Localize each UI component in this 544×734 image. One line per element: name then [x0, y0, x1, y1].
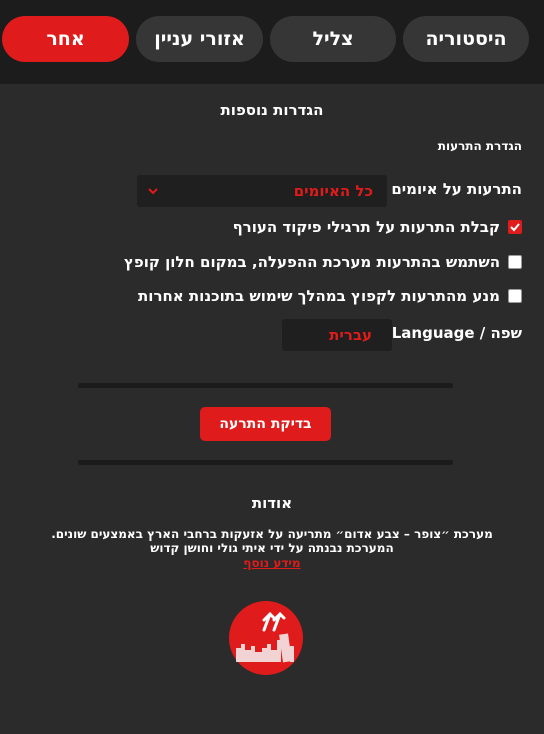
no-popup-checkbox[interactable]	[508, 289, 522, 303]
no-popup-option[interactable]: מנע מהתרעות לקפוץ במהלך שימוש בתוכנות אח…	[138, 287, 522, 305]
drills-checkbox[interactable]	[508, 220, 522, 234]
language-label: Language / שפה	[391, 324, 522, 342]
notifications-subtitle: הגדרת התרעות	[437, 139, 522, 153]
drills-label: קבלת התרעות על תרגילי פיקוד העורף	[232, 218, 500, 236]
test-alert-button[interactable]: בדיקת התרעה	[200, 407, 331, 441]
language-select[interactable]: עברית	[282, 319, 392, 351]
settings-title: הגדרות נוספות	[220, 101, 324, 119]
more-info-link[interactable]: מידע נוסף	[0, 556, 544, 570]
about-credits: המערכת נבנתה על ידי איתי גולי וחושן קדוש	[150, 541, 394, 555]
about-description: מערכת ״צופר – צבע אדום״ מתריעה על אזעקות…	[51, 527, 493, 541]
language-value: עברית	[329, 326, 372, 344]
tab-history[interactable]: היסטוריה	[403, 16, 529, 62]
divider-bottom	[78, 460, 453, 465]
chevron-down-icon	[145, 183, 161, 203]
check-icon	[510, 223, 520, 232]
tab-sound[interactable]: צליל	[270, 16, 396, 62]
tzofar-logo-icon	[228, 600, 304, 676]
threat-alerts-label: התרעות על איומים	[391, 180, 522, 198]
divider-top	[78, 383, 453, 388]
top-tab-bar: היסטוריה צליל אזורי עניין אחר	[0, 0, 544, 84]
about-title: אודות	[251, 494, 293, 512]
os-notifications-checkbox[interactable]	[508, 255, 522, 269]
tab-other[interactable]: אחר	[2, 16, 129, 62]
no-popup-label: מנע מהתרעות לקפוץ במהלך שימוש בתוכנות אח…	[138, 287, 500, 305]
drills-option[interactable]: קבלת התרעות על תרגילי פיקוד העורף	[233, 218, 522, 236]
tab-areas[interactable]: אזורי עניין	[136, 16, 263, 62]
threat-alerts-select[interactable]: כל האיומים	[137, 175, 387, 207]
os-notifications-option[interactable]: השתמש בהתרעות מערכת ההפעלה, במקום חלון ק…	[124, 253, 522, 271]
os-notifications-label: השתמש בהתרעות מערכת ההפעלה, במקום חלון ק…	[123, 253, 500, 271]
threat-alerts-value: כל האיומים	[293, 182, 373, 200]
